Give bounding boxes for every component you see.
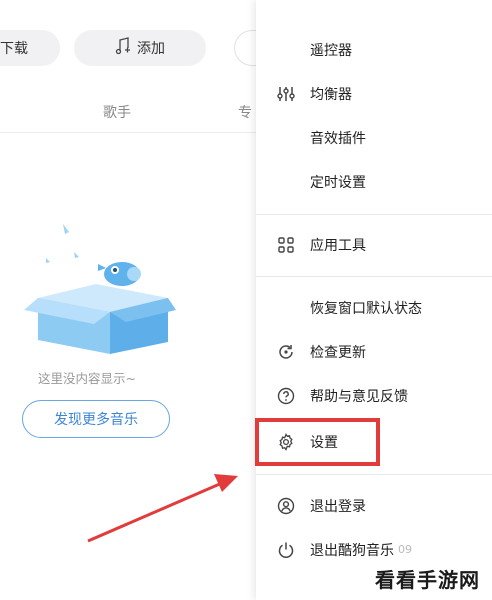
menu-item-restore-window[interactable]: 恢复窗口默认状态: [256, 286, 492, 330]
menu-item-label: 均衡器: [310, 87, 352, 103]
menu-item-label: 遥控器: [310, 43, 352, 59]
equalizer-icon: [276, 84, 296, 104]
grid-icon: [276, 235, 296, 255]
tab-artist[interactable]: 歌手: [103, 102, 131, 122]
settings-highlight-box: [255, 418, 380, 466]
add-button[interactable]: 添加: [74, 30, 206, 66]
menu-item-label: 音效插件: [310, 131, 366, 147]
menu-item-label: 帮助与意见反馈: [310, 389, 408, 405]
empty-box-illustration: [18, 214, 178, 364]
user-icon: [276, 496, 296, 516]
menu-item-timer[interactable]: 定时设置: [256, 160, 492, 204]
menu-item-label: 退出酷狗音乐: [310, 543, 394, 559]
menu-item-equalizer[interactable]: 均衡器: [256, 72, 492, 116]
discover-more-music-button[interactable]: 发现更多音乐: [22, 400, 170, 438]
help-icon: [276, 386, 296, 406]
refresh-icon: [276, 342, 296, 362]
tab-album[interactable]: 专: [238, 102, 252, 122]
menu-item-sound-plugin[interactable]: 音效插件: [256, 116, 492, 160]
menu-item-label: 应用工具: [310, 238, 366, 254]
menu-item-label: 检查更新: [310, 345, 366, 361]
power-icon: [276, 540, 296, 560]
download-label: 下载: [0, 41, 28, 57]
main-menu-dropdown: 遥控器 均衡器 音效插件 定时设置 应用工具 恢复窗口默认状态 检查更新 帮助与…: [256, 0, 492, 600]
menu-item-label: 定时设置: [310, 175, 366, 191]
menu-divider: [256, 276, 492, 277]
menu-divider: [256, 214, 492, 215]
menu-item-app-tools[interactable]: 应用工具: [256, 223, 492, 267]
menu-item-check-update[interactable]: 检查更新: [256, 330, 492, 374]
menu-divider: [256, 474, 492, 475]
music-note-icon: [115, 37, 131, 59]
menu-item-help-feedback[interactable]: 帮助与意见反馈: [256, 374, 492, 418]
download-button[interactable]: 下载: [0, 30, 60, 66]
menu-item-logout[interactable]: 退出登录: [256, 484, 492, 528]
menu-item-remote[interactable]: 遥控器: [256, 28, 492, 72]
menu-item-label: 恢复窗口默认状态: [310, 301, 422, 317]
watermark-logo: 看看手游网: [369, 562, 486, 594]
menu-item-label: 退出登录: [310, 499, 366, 515]
tab-bar: 歌手 专: [0, 96, 260, 133]
empty-state-text: 这里没内容显示~: [38, 371, 136, 386]
faint-overlay-text: 09: [398, 543, 412, 556]
add-label: 添加: [137, 41, 165, 57]
